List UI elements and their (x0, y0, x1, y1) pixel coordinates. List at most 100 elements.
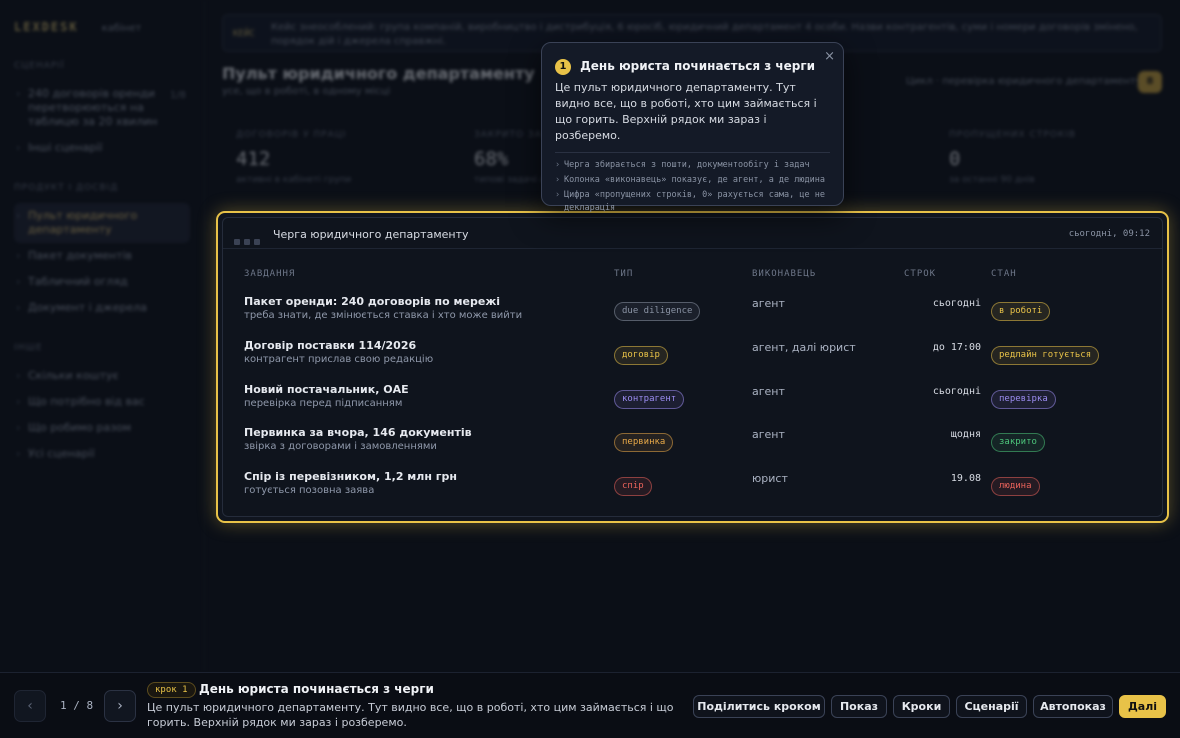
step-number-badge: 1 (555, 59, 571, 75)
sidebar-item-requirements[interactable]: Що потрібно від вас (14, 389, 190, 415)
popover-body: Це пульт юридичного департаменту. Тут ви… (555, 81, 817, 142)
table-row[interactable]: Спір із перевізником, 1,2 млн грн готуєть… (223, 470, 1162, 510)
column-header-executor: ВИКОНАВЕЦЬ (752, 269, 817, 279)
type-badge: контрагент (614, 389, 685, 409)
window-dots-icon (234, 230, 264, 249)
next-button[interactable]: Далі (1119, 695, 1166, 718)
header-button[interactable]: 8 (1138, 71, 1162, 93)
sidebar-item-other-scenarios[interactable]: Інші сценарії (14, 135, 190, 161)
scenarios-button[interactable]: Сценарії (956, 695, 1027, 718)
sidebar-item-scenario[interactable]: 240 договорів оренди перетворюються на т… (14, 81, 190, 135)
column-header-task: ЗАВДАННЯ (244, 269, 296, 279)
task-executor: агент (752, 297, 785, 310)
sidebar-item-package[interactable]: Пакет документів (14, 243, 190, 269)
task-name: Первинка за вчора, 146 документів (244, 426, 472, 440)
column-header-term: СТРОК (904, 269, 937, 279)
task-term: щодня (950, 429, 981, 441)
tour-popover: 1 День юриста починається з черги × Це п… (541, 42, 844, 213)
column-header-type: ТИП (614, 269, 634, 279)
task-name: Новий постачальник, ОАЕ (244, 382, 409, 396)
popover-title: День юриста починається з черги (580, 59, 816, 73)
queue-header: Черга юридичного департаменту сьогодні, … (223, 218, 1162, 249)
task-description: перевірка перед підписанням (244, 397, 403, 409)
step-badge: крок 1 (147, 682, 196, 698)
task-executor: агент (752, 384, 785, 398)
task-name: Пакет оренди: 240 договорів по мережі (244, 295, 501, 308)
chevron-right-icon: › (117, 698, 123, 714)
share-step-button[interactable]: Поділитись кроком (693, 695, 825, 718)
task-term: до 17:00 (932, 341, 981, 353)
task-term: 19.08 (950, 473, 981, 485)
task-name: Спір із перевізником, 1,2 млн грн (244, 470, 458, 484)
queue-column-headers: ЗАВДАННЯ ТИП ВИКОНАВЕЦЬ СТРОК СТАН (223, 269, 1162, 281)
status-badge: в роботі (991, 302, 1051, 321)
sidebar-section-more: ІНШЕ (14, 343, 43, 353)
sidebar-section-scenarios: СЦЕНАРІЇ (14, 61, 65, 71)
column-header-status: СТАН (991, 269, 1017, 279)
queue-window: Черга юридичного департаменту сьогодні, … (222, 217, 1163, 517)
task-term: сьогодні (932, 385, 981, 397)
queue-timestamp: сьогодні, 09:12 (1068, 229, 1150, 239)
page-title: Пульт юридичного департаменту (222, 64, 535, 83)
status-badge: людина (991, 477, 1040, 497)
next-step-arrow-button[interactable]: › (104, 690, 136, 722)
task-description: готується позовна заява (244, 485, 375, 497)
autoplay-button[interactable]: Автопоказ (1033, 695, 1113, 718)
brand[interactable]: LEXDESK кабінет (14, 16, 190, 35)
status-badge: редлайн готується (991, 345, 1100, 365)
step-title: День юриста починається з черги (199, 682, 434, 696)
stat-sub: активні в кабінеті групи (236, 175, 352, 185)
sidebar-item-table[interactable]: Табличний огляд (14, 269, 190, 295)
table-row[interactable]: Новий постачальник, ОАЕ перевірка перед п… (223, 383, 1162, 423)
chevron-left-icon: ‹ (27, 698, 33, 714)
steps-button[interactable]: Кроки (893, 695, 950, 718)
header-cycle-label: Цикл · перевірка юридичного департаменту (906, 76, 1142, 87)
stat-label: ДОГОВОРІВ У ПРАЦІ (236, 130, 347, 140)
stat-value: 412 (236, 148, 271, 170)
table-row[interactable]: Первинка за вчора, 146 документів звірка … (223, 426, 1162, 466)
logo-subtitle: кабінет (101, 23, 142, 34)
task-description: контрагент прислав свою редакцію (244, 353, 434, 365)
sidebar-item-sources[interactable]: Документ і джерела (14, 295, 190, 321)
sidebar-item-price[interactable]: Скільки коштує (14, 363, 190, 389)
stat-card: ДОГОВОРІВ У ПРАЦІ 412 активні в кабінеті… (236, 130, 466, 185)
sidebar: LEXDESK кабінет СЦЕНАРІЇ 240 договорів о… (0, 0, 205, 672)
notice-tag: КЕЙС (233, 29, 255, 39)
type-badge: спір (614, 477, 652, 497)
task-description: звірка з договорами і замовленнями (244, 441, 437, 453)
type-badge: due diligence (614, 302, 701, 321)
popover-bullet: Цифра «пропущених строків, 0» рахується … (555, 189, 830, 215)
step-counter: 1 / 8 (60, 699, 94, 712)
sidebar-section-product: ПРОДУКТ І ДОСВІД (14, 183, 119, 193)
table-row[interactable]: Договір поставки 114/2026 контрагент прис… (223, 339, 1162, 379)
task-executor: юрист (752, 472, 788, 486)
page-subtitle: усе, що в роботі, в одному місці (222, 86, 391, 97)
table-row[interactable]: Пакет оренди: 240 договорів по мережі тре… (223, 295, 1162, 335)
sidebar-item-dashboard[interactable]: Пульт юридичного департаменту (14, 203, 190, 243)
sidebar-item-together[interactable]: Що робимо разом (14, 415, 190, 441)
close-icon[interactable]: × (824, 49, 835, 64)
sidebar-item-all-scenarios[interactable]: Усі сценарії (14, 441, 190, 467)
queue-title: Черга юридичного департаменту (273, 228, 469, 241)
task-executor: агент, далі юрист (752, 340, 856, 354)
type-badge: первинка (614, 433, 674, 453)
popover-bullets: Черга збирається з пошти, документообігу… (555, 159, 830, 215)
queue-panel: Черга юридичного департаменту сьогодні, … (216, 211, 1169, 523)
task-description: треба знати, де змінюється ставка і хто … (244, 310, 523, 321)
task-executor: агент (752, 428, 785, 442)
popover-header: 1 День юриста починається з черги (555, 55, 830, 75)
popover-bullet: Черга збирається з пошти, документообігу… (555, 159, 830, 172)
task-name: Договір поставки 114/2026 (244, 338, 417, 352)
stat-sub: за останні 90 днів (949, 175, 1035, 185)
sidebar-item-label: 240 договорів оренди перетворюються на т… (28, 87, 158, 128)
status-badge: перевірка (991, 389, 1056, 409)
stat-value: 0 (949, 148, 961, 170)
prev-step-button[interactable]: ‹ (14, 690, 46, 722)
status-badge: закрито (991, 433, 1045, 453)
task-term: сьогодні (932, 298, 981, 309)
stat-card: ПРОПУЩЕНИХ СТРОКІВ 0 за останні 90 днів (949, 130, 1179, 185)
popover-divider (555, 152, 830, 153)
scenario-count: 1/8 (169, 90, 186, 101)
tour-bar: ‹ 1 / 8 › крок 1 День юриста починається… (0, 672, 1180, 738)
show-button[interactable]: Показ (831, 695, 887, 718)
